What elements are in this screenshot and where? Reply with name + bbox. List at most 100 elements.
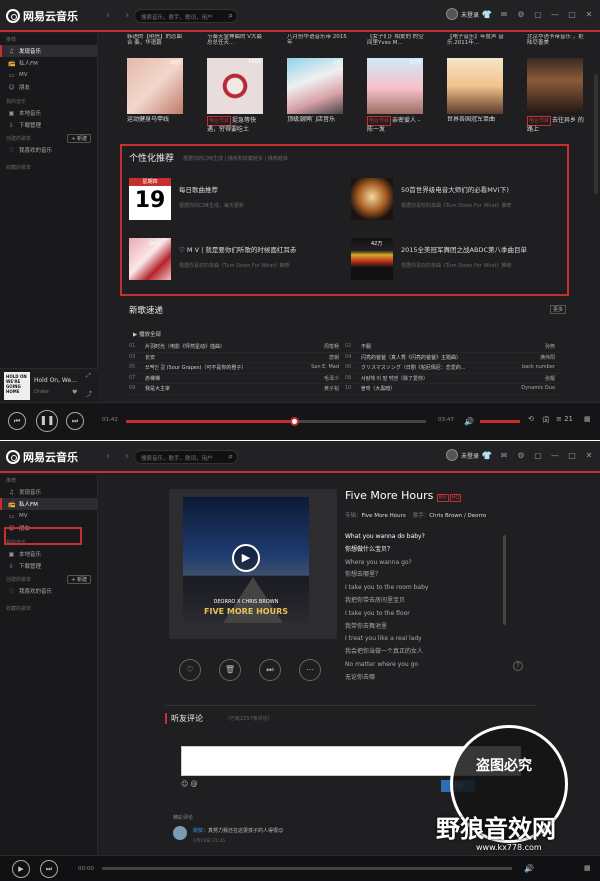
new-playlist-button[interactable]: + 新建 [67, 575, 91, 584]
song-title[interactable]: 쏘맥인 걸 (Sour Grapes)（可不是你的橙子） [145, 364, 301, 371]
song-item[interactable]: 09 我是大主宰 黄子韬 [129, 385, 345, 392]
song-artist[interactable]: Dynamic Duo [517, 385, 555, 392]
pause-button[interactable]: ❚❚ [36, 410, 58, 432]
scrollbar[interactable] [594, 74, 598, 194]
search-icon[interactable]: ⌕ [229, 11, 233, 21]
rec-title[interactable]: 50首世界级电音大师们的必看MV(下) [401, 184, 512, 194]
card-caption[interactable]: 世界各国冠军单曲 [447, 116, 507, 134]
user-login[interactable]: 未登录 ▾ [446, 8, 485, 20]
now-playing-artist[interactable]: Drake [34, 389, 49, 395]
avatar[interactable] [446, 8, 458, 20]
playlist-cover[interactable] [447, 58, 503, 114]
new-playlist-button[interactable]: + 新建 [67, 134, 91, 143]
sidebar-item-local[interactable]: ▣ 本地音乐 [0, 107, 97, 119]
rec-item-daily[interactable]: 星期四 19 每日歌曲推荐 根据你的口味生成，每天更新 [129, 178, 244, 220]
artist-link[interactable]: Chris Brown / Deorro [429, 513, 486, 519]
app-logo[interactable]: 网易云音乐 [6, 449, 78, 465]
playlist-card[interactable]: 北京华语卡帝音乐 ，拒陆尽善美 电台节目 去往异乡 的路上 [527, 34, 587, 134]
help-icon[interactable]: ? [513, 661, 523, 671]
rec-title[interactable]: ♡ M V | 就是要你们听歌的时候面红耳赤 [179, 244, 296, 254]
sidebar-item-discover[interactable]: ♫ 发现音乐 [0, 486, 97, 498]
song-artist[interactable]: back number [517, 364, 555, 371]
song-item[interactable]: 01 片羽时光（电影《怦然星动》插曲） 周笔畅 [129, 343, 345, 350]
maximize-icon[interactable]: □ [567, 451, 577, 460]
song-artist[interactable]: 毛泽少 [301, 375, 339, 382]
progress-bar[interactable] [102, 867, 512, 870]
playlist-cover[interactable]: 28万 [127, 58, 183, 114]
rec-title[interactable]: 2015全美冠军舞团之战ABDC第八季曲目单 [401, 244, 527, 254]
sidebar-item-fm[interactable]: 📻 私人FM [0, 57, 97, 69]
song-title[interactable]: クリスマスソング（日剧《帕尼佩尼：恋爱的... [361, 364, 517, 371]
play-icon[interactable]: ▶ [232, 544, 260, 572]
song-item[interactable]: 03 长安 唐朝 [129, 354, 345, 361]
card-caption-text[interactable]: 顶级潮牌门店音乐 [287, 116, 335, 123]
card-caption[interactable]: 电台节目 亲密爱人 - 陈一发 [367, 116, 427, 134]
calendar-icon[interactable]: 星期四 19 [129, 178, 171, 220]
song-title[interactable]: 长安 [145, 354, 301, 361]
comment-user[interactable]: 朝葵 [193, 828, 203, 834]
card-caption-text[interactable]: 运动健身马甲线 [127, 116, 169, 123]
now-playing-cover[interactable]: HOLD ON WE'RE GOING HOME [4, 372, 30, 400]
song-item[interactable]: 05 쏘맥인 걸 (Sour Grapes)（可不是你的橙子） San E, Mad [129, 364, 345, 371]
lyrics-icon[interactable]: 词 [542, 415, 549, 425]
resize-icon[interactable]: ▦ [584, 864, 591, 872]
avatar[interactable] [173, 826, 187, 840]
rec-cover[interactable]: 42万 [351, 238, 393, 280]
previous-button[interactable]: ⏮ [8, 412, 26, 430]
now-playing-title[interactable]: Hold On, We... [34, 377, 77, 384]
album-cover[interactable]: ▶ DEORRO X CHRIS BROWN FIVE MORE HOURS [183, 497, 309, 623]
song-artist[interactable]: 满伟阳 [517, 354, 555, 361]
app-logo[interactable]: 网易云音乐 [6, 8, 78, 24]
next-fm-button[interactable]: ⏭ [259, 659, 281, 681]
skin-icon[interactable]: 👕 [482, 10, 492, 19]
sidebar-item-friends[interactable]: ☺ 朋友 [0, 81, 97, 93]
song-title[interactable]: 사랑해 이 말 밖엔（除了爱你） [361, 375, 517, 382]
mini-mode-icon[interactable]: ▢ [533, 10, 543, 19]
gear-icon[interactable]: ⚙ [516, 10, 526, 19]
like-button[interactable]: ♡ [179, 659, 201, 681]
loop-icon[interactable]: ⟲ [528, 415, 534, 423]
song-title[interactable]: 闪亮的爸爸（真人秀《闪亮的爸爸》主题曲） [361, 354, 517, 361]
avatar[interactable] [446, 449, 458, 461]
song-artist[interactable]: 孙燕 [517, 343, 555, 350]
play-all-label[interactable]: 播放全部 [139, 332, 161, 338]
nav-arrows[interactable]: ‹ › [106, 451, 135, 462]
user-name[interactable]: 未登录 [461, 10, 479, 19]
nav-arrows[interactable]: ‹ › [106, 10, 135, 21]
resize-icon[interactable]: ▦ [584, 415, 591, 423]
playlist-cover[interactable]: 5665 [207, 58, 263, 114]
playlist-card[interactable]: 八月份华语音乐带 2015年 1万 顶级潮牌门店音乐 [287, 34, 347, 134]
gear-icon[interactable]: ⚙ [516, 451, 526, 460]
song-artist[interactable]: 周笔畅 [301, 343, 339, 350]
sidebar-item-download[interactable]: ⇩ 下载管理 [0, 119, 97, 131]
rec-item[interactable]: 50首世界级电音大师们的必看MV(下) 根据你喜欢的单曲《Turn Down Fo… [351, 178, 512, 220]
song-title[interactable]: 片羽时光（电影《怦然星动》插曲） [145, 343, 301, 350]
progress-knob[interactable] [290, 417, 299, 426]
song-artist[interactable]: 黄子韬 [301, 385, 339, 392]
play-button[interactable]: ▶ [12, 860, 30, 878]
close-icon[interactable]: ✕ [584, 451, 594, 460]
sidebar-item-mv[interactable]: ▭ MV [0, 510, 97, 522]
album-link[interactable]: Five More Hours [362, 513, 406, 519]
rec-cover[interactable] [351, 178, 393, 220]
song-title[interactable]: 我是大主宰 [145, 385, 301, 392]
next-button[interactable]: ⏭ [66, 412, 84, 430]
mv-tag[interactable]: MV [436, 494, 449, 502]
playlist-cover[interactable] [527, 58, 583, 114]
playlist-icon[interactable]: ≡ 21 [556, 415, 573, 423]
song-artist[interactable]: 唐朝 [301, 354, 339, 361]
song-item[interactable]: 02 不服 孙燕 [345, 343, 561, 350]
playlist-count[interactable]: 21 [564, 415, 573, 423]
search-input[interactable]: 搜索音乐，歌手，歌词，用户 ⌕ [134, 9, 238, 23]
song-item[interactable]: 10 블랙（大黑暗） Dynamic Duo [345, 385, 561, 392]
search-icon[interactable]: ⌕ [229, 452, 233, 462]
volume-bar[interactable] [480, 420, 520, 423]
card-caption[interactable]: 运动健身马甲线 [127, 116, 187, 134]
sidebar-item-mv[interactable]: ▭ MV [0, 69, 97, 81]
rec-item[interactable]: 24万 ♡ M V | 就是要你们听歌的时候面红耳赤 根据你喜欢的单曲《Turn … [129, 238, 296, 280]
card-caption-text[interactable]: 世界各国冠军单曲 [447, 116, 495, 123]
expand-icon[interactable]: ⤢ [86, 372, 91, 380]
search-input[interactable]: 搜索音乐，歌手，歌词，用户 ⌕ [134, 450, 238, 464]
close-icon[interactable]: ✕ [584, 10, 594, 19]
skin-icon[interactable]: 👕 [482, 451, 492, 460]
